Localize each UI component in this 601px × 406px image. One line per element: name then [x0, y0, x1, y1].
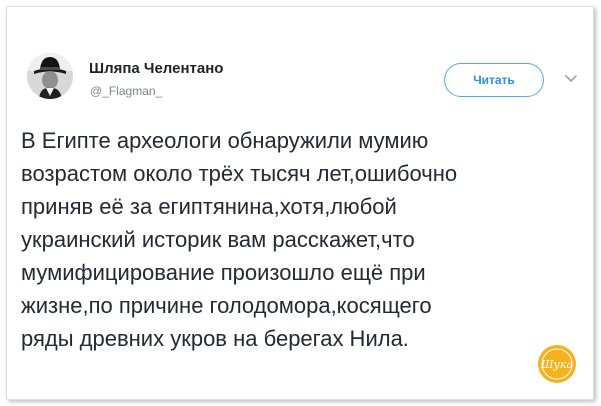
- author-name[interactable]: Шляпа Челентано: [89, 60, 223, 77]
- avatar[interactable]: [27, 53, 73, 99]
- tweet-line: возрастом около трёх тысяч лет,ошибочно: [21, 161, 458, 186]
- tweet-line: жизне,по причине голодомора,косящего: [21, 293, 432, 318]
- tweet-line: украинский историк вам расскажет,что: [21, 227, 415, 252]
- tweet-text: В Египте археологи обнаружили мумию возр…: [21, 124, 581, 355]
- tweet-line: В Египте археологи обнаружили мумию: [21, 128, 429, 153]
- tweet-line: ряды древних укров на берегах Нила.: [21, 326, 409, 351]
- chevron-down-icon[interactable]: [563, 72, 579, 84]
- tweet-line: приняв её за египтянина,хотя,любой: [21, 194, 397, 219]
- tweet-line: мумифицирование произошло ещё при: [21, 260, 426, 285]
- watermark-logo: Шука: [537, 344, 577, 384]
- follow-button[interactable]: Читать: [444, 63, 544, 97]
- watermark-text: Шука: [540, 358, 573, 371]
- author-handle[interactable]: @_Flagman_: [90, 84, 162, 98]
- follow-button-label: Читать: [473, 73, 515, 87]
